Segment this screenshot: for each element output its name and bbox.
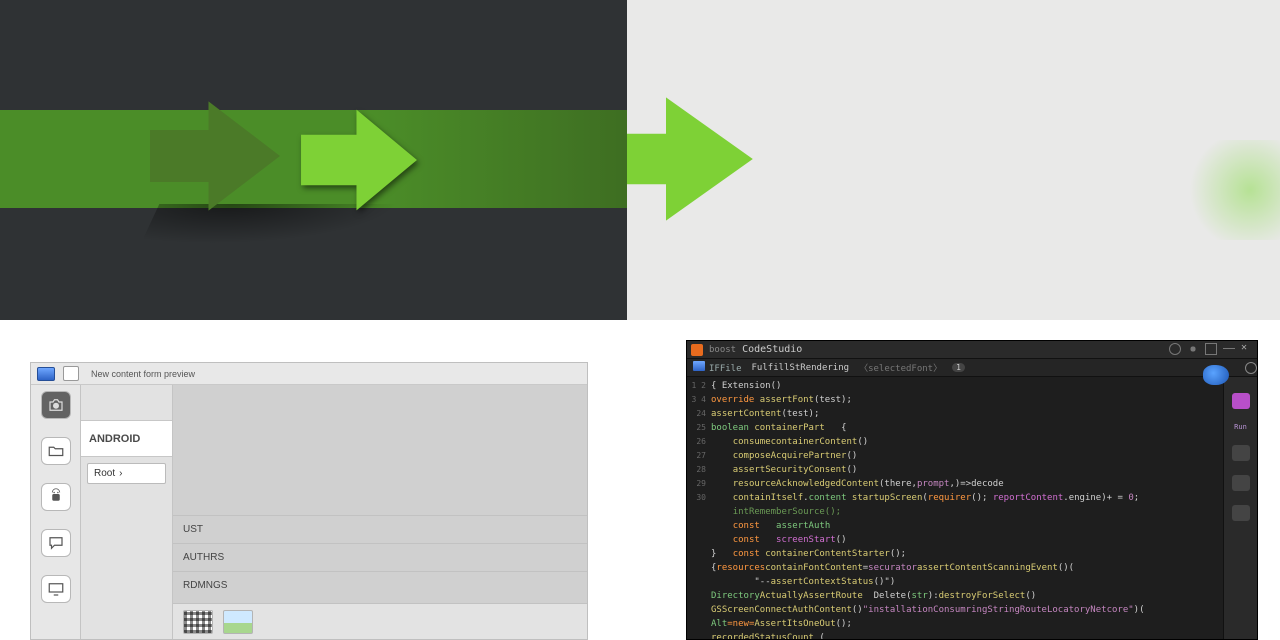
line-gutter: 1 2 3 4 24 25 26 27 28 29 30 bbox=[687, 377, 709, 639]
bottom-row: New content form preview ANDROID Root › … bbox=[0, 320, 1280, 640]
ide-tabbar: IFFile FulfillStRendering 〈selectedFont〉… bbox=[687, 359, 1257, 377]
extensions-icon[interactable] bbox=[1232, 475, 1250, 491]
sync-icon[interactable] bbox=[1169, 343, 1181, 355]
module-hint: 〈selectedFont〉 bbox=[859, 361, 942, 374]
ide-window: boost CodeStudio ✕ IFFile FulfillStRende… bbox=[686, 340, 1258, 640]
debug-icon[interactable] bbox=[1232, 445, 1250, 461]
tab-badge: 1 bbox=[952, 363, 965, 372]
settings-icon[interactable] bbox=[1187, 343, 1199, 355]
layout-icon[interactable] bbox=[1205, 343, 1217, 355]
arrow-icon-back bbox=[150, 86, 280, 226]
thumb-grid-icon[interactable] bbox=[183, 610, 213, 634]
thumb-picture-icon[interactable] bbox=[223, 610, 253, 634]
hero-left-panel bbox=[0, 0, 627, 320]
search-icon[interactable] bbox=[1245, 362, 1257, 374]
builder-titlebar: New content form preview bbox=[31, 363, 587, 385]
hero-right-panel bbox=[627, 0, 1280, 320]
monitor-icon[interactable] bbox=[41, 575, 71, 603]
arrow-icon-front bbox=[284, 97, 434, 223]
android-icon[interactable] bbox=[41, 483, 71, 511]
camera-icon[interactable] bbox=[41, 391, 71, 419]
folder-icon[interactable] bbox=[41, 437, 71, 465]
code-editor[interactable]: { Extension() override assertFont(test);… bbox=[709, 377, 1223, 639]
app-icon bbox=[691, 344, 703, 356]
arrow-icon-large bbox=[627, 64, 764, 254]
tab-root-label: Root bbox=[94, 468, 115, 479]
list-item[interactable]: AUTHRS bbox=[173, 543, 587, 571]
ui-builder-window: New content form preview ANDROID Root › … bbox=[30, 362, 588, 640]
builder-canvas[interactable]: USTAUTHRSRDMNGS bbox=[173, 385, 587, 639]
run-label: Run bbox=[1234, 423, 1247, 431]
builder-title: New content form preview bbox=[91, 369, 195, 379]
file-icon bbox=[693, 361, 705, 371]
minimize-icon[interactable] bbox=[1223, 343, 1235, 349]
chevron-right-icon: › bbox=[119, 468, 122, 479]
chat-icon[interactable] bbox=[41, 529, 71, 557]
window-icon bbox=[37, 367, 55, 381]
ide-window-controls: ✕ bbox=[1169, 343, 1253, 355]
open-tab[interactable]: IFFile bbox=[709, 364, 742, 374]
close-icon[interactable]: ✕ bbox=[1241, 343, 1253, 355]
builder-rail bbox=[31, 385, 81, 639]
run-icon[interactable] bbox=[1232, 393, 1250, 409]
builder-tabs: ANDROID Root › bbox=[81, 385, 173, 639]
terminal-icon[interactable] bbox=[1232, 505, 1250, 521]
tab-root[interactable]: Root › bbox=[87, 463, 166, 484]
tab-blank[interactable] bbox=[81, 385, 172, 421]
glow-accent bbox=[1180, 140, 1280, 240]
thumb-strip bbox=[173, 603, 587, 639]
list-item[interactable]: UST bbox=[173, 515, 587, 543]
user-avatar[interactable] bbox=[1203, 365, 1229, 385]
ide-titlebar: boost CodeStudio ✕ bbox=[687, 341, 1257, 359]
list-item[interactable]: RDMNGS bbox=[173, 571, 587, 599]
ide-right-rail: Run bbox=[1223, 377, 1257, 639]
ide-title: CodeStudio bbox=[742, 344, 802, 355]
window-control-icon[interactable] bbox=[63, 366, 79, 381]
tab-android[interactable]: ANDROID bbox=[81, 421, 172, 457]
hero-banner bbox=[0, 0, 1280, 320]
ide-title-prefix: boost bbox=[709, 345, 736, 355]
module-name[interactable]: FulfillStRendering bbox=[752, 363, 850, 373]
